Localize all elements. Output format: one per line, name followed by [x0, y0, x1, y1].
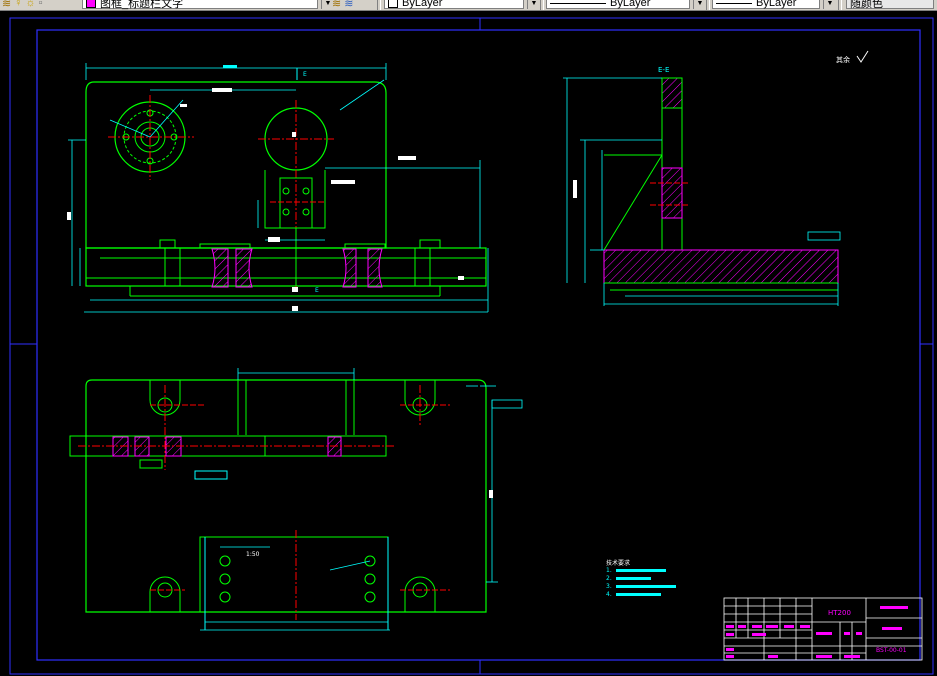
layer-states-icon[interactable]: ≋: [344, 0, 353, 10]
plan-dim-label: [489, 490, 493, 498]
drawing-canvas[interactable]: E E E-E 1:50 其余 技术要求 1. 2. 3. 4. HT200 B…: [0, 11, 937, 676]
chevron-down-icon[interactable]: ▼: [823, 0, 836, 9]
layer-sun-icon[interactable]: ☼: [25, 0, 35, 9]
drawing-frame: [9, 17, 934, 675]
section-dim-label: [573, 180, 577, 198]
material-label: HT200: [828, 609, 851, 617]
note-1: 1.: [606, 567, 612, 574]
note-4: 4.: [606, 591, 612, 598]
chevron-down-icon[interactable]: ▼: [693, 0, 706, 9]
front-view[interactable]: [85, 81, 487, 297]
layer-manager-icon[interactable]: ≋: [2, 0, 11, 10]
layer-dropdown[interactable]: 图框_标题栏文字 ▼: [82, 0, 334, 10]
plan-view-dimensions: [200, 368, 523, 631]
note-2: 2.: [606, 575, 612, 582]
lineweight-dropdown[interactable]: ByLayer ▼: [712, 0, 836, 10]
note-3: 3.: [606, 583, 612, 590]
notes-title: 技术要求: [606, 559, 630, 567]
layer-color-swatch: [86, 0, 96, 8]
properties-toolbar: ≋ ♀ ☼ ▫ 图框_标题栏文字 ▼ ≋ ≋ ByLayer ▼ ByLayer…: [0, 0, 937, 11]
section-marker-top: E: [303, 71, 307, 78]
section-marker-bottom: E: [315, 287, 319, 294]
scale-note: 1:50: [246, 551, 260, 558]
linetype-value: ByLayer: [610, 0, 651, 9]
roughness-symbol-icon: [856, 50, 869, 63]
linetype-dropdown[interactable]: ByLayer ▼: [546, 0, 706, 10]
chevron-down-icon[interactable]: ▼: [527, 0, 540, 9]
technical-notes: 技术要求 1. 2. 3. 4.: [606, 559, 676, 598]
color-dropdown[interactable]: ByLayer ▼: [384, 0, 540, 10]
color-value: ByLayer: [402, 0, 443, 9]
roughness-note: 其余: [836, 55, 850, 64]
part-number: BST-00-01: [876, 647, 907, 654]
layer-name-value: 图框_标题栏文字: [100, 0, 184, 10]
lineweight-preview: [716, 2, 752, 4]
plan-view[interactable]: [69, 379, 487, 630]
front-view-dimensions: [68, 63, 489, 313]
plotstyle-value: 随颜色: [850, 0, 883, 10]
layer-extra-tools: ≋ ≋: [332, 0, 353, 10]
layer-lock-icon[interactable]: ▫: [39, 0, 43, 9]
color-swatch: [388, 0, 398, 8]
layer-tools: ≋ ♀ ☼ ▫: [2, 0, 42, 10]
layer-bulb-icon[interactable]: ♀: [14, 0, 22, 9]
plotstyle-dropdown[interactable]: 随颜色: [846, 0, 934, 10]
lineweight-value: ByLayer: [756, 0, 797, 9]
layer-previous-icon[interactable]: ≋: [332, 0, 341, 10]
section-label: E-E: [658, 66, 669, 74]
section-view-e-e[interactable]: E-E: [603, 66, 839, 291]
linetype-preview: [550, 2, 606, 4]
